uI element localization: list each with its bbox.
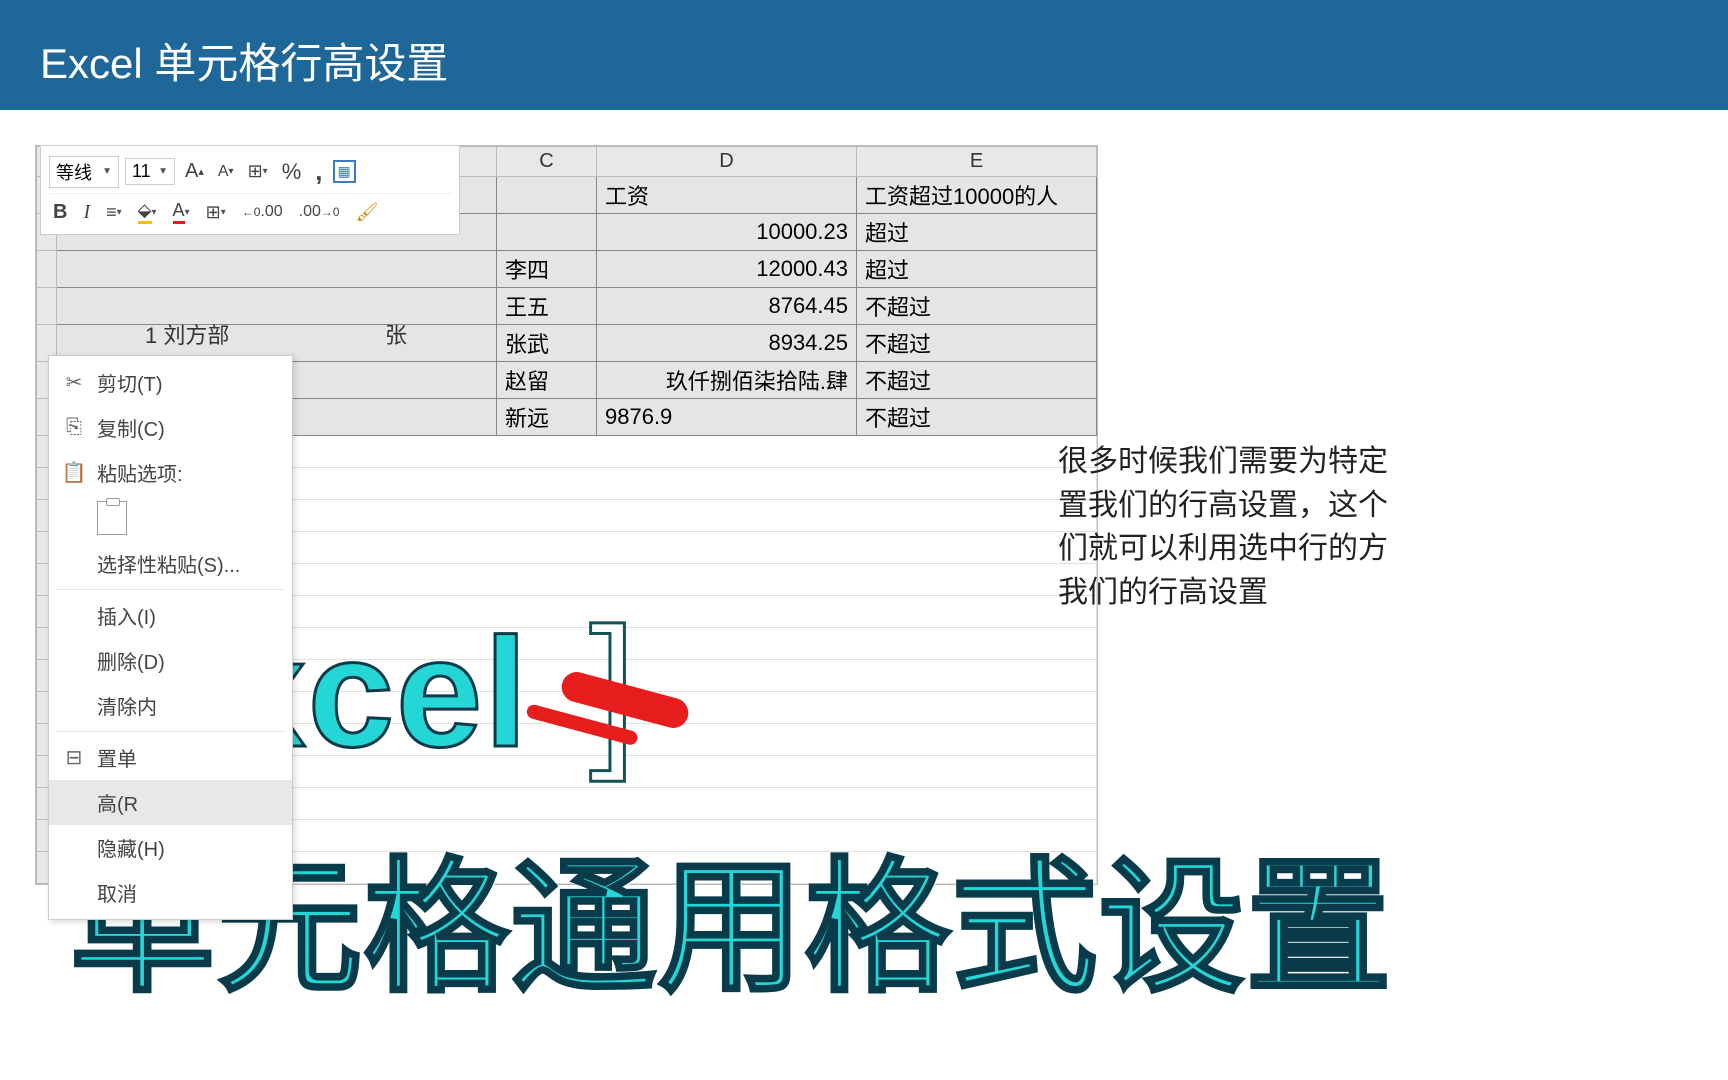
menu-row-height[interactable]: 高(R: [49, 780, 292, 825]
paste-default-icon[interactable]: [97, 501, 127, 535]
cell-e2[interactable]: 超过: [857, 214, 1097, 251]
scissors-icon: ✂: [63, 372, 85, 394]
header-bar: Excel 单元格行高设置: [0, 0, 1728, 110]
format-painter-button[interactable]: 🖌: [352, 200, 383, 225]
cell-e7[interactable]: 不超过: [857, 399, 1097, 436]
cell-d2[interactable]: 10000.23: [597, 214, 857, 251]
cell-c4[interactable]: 王五: [497, 288, 597, 325]
percent-button[interactable]: %: [278, 157, 306, 187]
context-menu: ✂ 剪切(T) ⎘ 复制(C) 📋 粘贴选项: 选择性粘贴(S)... 插入(I…: [48, 355, 293, 920]
cell-e5[interactable]: 不超过: [857, 325, 1097, 362]
menu-paste-special[interactable]: 选择性粘贴(S)...: [49, 541, 292, 586]
cell-c7[interactable]: 新远: [497, 399, 597, 436]
cell-e3[interactable]: 超过: [857, 251, 1097, 288]
bold-button[interactable]: B: [49, 199, 71, 226]
cell-e6[interactable]: 不超过: [857, 362, 1097, 399]
menu-unhide[interactable]: 取消: [49, 870, 292, 915]
decrease-decimal-button[interactable]: .00→0: [295, 201, 344, 223]
format-icon: ⊟: [63, 747, 85, 769]
cell-d3[interactable]: 12000.43: [597, 251, 857, 288]
col-header-e[interactable]: E: [857, 147, 1097, 177]
font-name-select[interactable]: 等线▼: [49, 156, 119, 188]
col-header-d[interactable]: D: [597, 147, 857, 177]
menu-copy[interactable]: ⎘ 复制(C): [49, 405, 292, 450]
col-header-c[interactable]: C: [497, 147, 597, 177]
menu-delete[interactable]: 删除(D): [49, 638, 292, 683]
italic-button[interactable]: I: [79, 199, 94, 226]
cell-c3[interactable]: 李四: [497, 251, 597, 288]
menu-format-cells[interactable]: ⊟ 置单: [49, 735, 292, 780]
menu-paste-options[interactable]: 📋 粘贴选项:: [49, 450, 292, 495]
menu-insert[interactable]: 插入(I): [49, 593, 292, 638]
paste-option-buttons: [49, 495, 292, 541]
fill-color-button[interactable]: ⬙▾: [134, 198, 161, 226]
cell-d6[interactable]: 玖仟捌佰柒拾陆.肆: [597, 362, 857, 399]
decrease-font-button[interactable]: A▾: [214, 161, 238, 183]
cell-c-partial1: 张: [385, 318, 407, 350]
border-button[interactable]: ⊞▾: [202, 200, 230, 225]
menu-cut[interactable]: ✂ 剪切(T): [49, 360, 292, 405]
cell-d5[interactable]: 8934.25: [597, 325, 857, 362]
header-salary[interactable]: 工资: [597, 177, 857, 214]
cell-a-partial1: 1 刘方部: [145, 318, 229, 350]
merge-icon[interactable]: ⊞▾: [244, 159, 272, 184]
cell-e4[interactable]: 不超过: [857, 288, 1097, 325]
align-button[interactable]: ≡▾: [102, 200, 126, 225]
comma-button[interactable]: ,: [311, 154, 326, 189]
font-color-button[interactable]: A▾: [169, 198, 194, 226]
increase-font-button[interactable]: A▴: [181, 158, 208, 185]
menu-clear[interactable]: 清除内: [49, 683, 292, 728]
cell-d4[interactable]: 8764.45: [597, 288, 857, 325]
clipboard-icon: 📋: [63, 462, 85, 484]
copy-icon: ⎘: [63, 417, 85, 439]
header-over[interactable]: 工资超过10000的人: [857, 177, 1097, 214]
mini-toolbar: 等线▼ 11▼ A▴ A▾ ⊞▾ % , ▦ B I ≡▾ ⬙▾ A▾ ⊞▾ ←…: [40, 145, 460, 235]
cell-d7[interactable]: 9876.9: [597, 399, 857, 436]
content-area: C D E 1 工资 工资超过10000的人 10000.23 超过 李四120…: [0, 110, 1728, 145]
font-size-select[interactable]: 11▼: [125, 158, 175, 185]
table-icon[interactable]: ▦: [333, 160, 356, 183]
page-title: Excel 单元格行高设置: [40, 30, 1688, 91]
description-text: 很多时候我们需要为特定 置我们的行高设置，这个 们就可以利用选中行的方 我们的行…: [1058, 440, 1728, 614]
cell-c5[interactable]: 张武: [497, 325, 597, 362]
cell-c6[interactable]: 赵留: [497, 362, 597, 399]
increase-decimal-button[interactable]: ←0.00: [238, 201, 287, 223]
menu-hide[interactable]: 隐藏(H): [49, 825, 292, 870]
